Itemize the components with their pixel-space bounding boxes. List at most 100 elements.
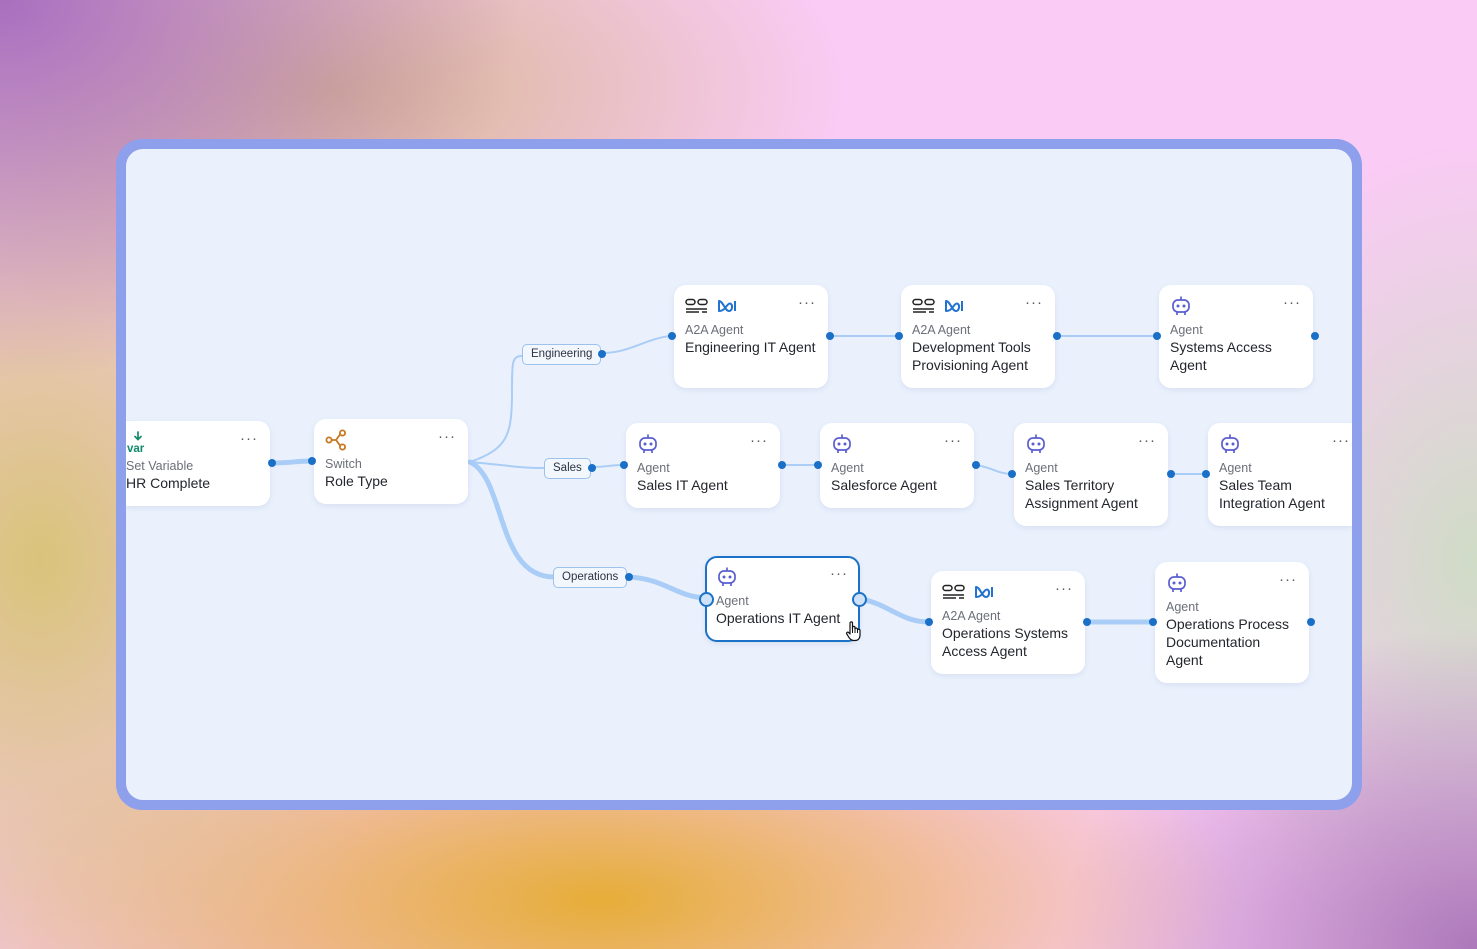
port-ops-systems-in[interactable] bbox=[925, 618, 933, 626]
port-dev-tools-out[interactable] bbox=[1053, 332, 1061, 340]
azure-ai-foundry-icon bbox=[974, 584, 994, 605]
port-sales-it-out[interactable] bbox=[778, 461, 786, 469]
node-systems-access-agent[interactable]: Agent Systems Access Agent ··· bbox=[1159, 285, 1313, 388]
robot-icon bbox=[1219, 433, 1241, 460]
node-menu-button[interactable]: ··· bbox=[798, 294, 816, 311]
node-type: Agent bbox=[716, 594, 749, 608]
edge-roletype-operations bbox=[467, 459, 557, 580]
hand-pointer-cursor-icon bbox=[845, 620, 863, 647]
node-menu-button[interactable]: ··· bbox=[1055, 580, 1073, 597]
node-engineering-it-agent[interactable]: A2A Agent Engineering IT Agent ··· bbox=[674, 285, 828, 388]
node-type: Agent bbox=[637, 461, 670, 475]
node-type: Agent bbox=[1025, 461, 1058, 475]
port-role-type-in[interactable] bbox=[308, 457, 316, 465]
edge-engineering-engit bbox=[601, 335, 672, 354]
node-label: Engineering IT Agent bbox=[685, 339, 816, 355]
node-label: Operations IT Agent bbox=[716, 610, 841, 626]
node-menu-button[interactable]: ··· bbox=[240, 430, 258, 447]
azure-ai-foundry-icon bbox=[944, 298, 964, 319]
node-type: Set Variable bbox=[126, 459, 194, 473]
node-label: Sales Territory Assignment Agent bbox=[1025, 477, 1138, 511]
port-sales-team-in[interactable] bbox=[1202, 470, 1210, 478]
port-systems-access-in[interactable] bbox=[1153, 332, 1161, 340]
robot-icon bbox=[716, 566, 738, 593]
port-territory-in[interactable] bbox=[1008, 470, 1016, 478]
node-label: Salesforce Agent bbox=[831, 477, 937, 493]
node-salesforce-agent[interactable]: Agent Salesforce Agent ··· bbox=[820, 423, 974, 508]
node-label: HR Complete bbox=[126, 475, 211, 491]
edge-operations-opsit bbox=[626, 574, 709, 601]
svg-text:var: var bbox=[127, 443, 145, 453]
port-operations-out[interactable] bbox=[625, 573, 633, 581]
node-label: Operations Process Documentation Agent bbox=[1166, 616, 1289, 668]
port-dev-tools-in[interactable] bbox=[895, 332, 903, 340]
port-ops-process-in[interactable] bbox=[1149, 618, 1157, 626]
port-eng-it-out[interactable] bbox=[826, 332, 834, 340]
port-sales-out[interactable] bbox=[588, 464, 596, 472]
node-hr-complete[interactable]: var Set Variable HR Complete ··· bbox=[126, 421, 270, 506]
node-menu-button[interactable]: ··· bbox=[830, 565, 848, 582]
azure-ai-foundry-icon bbox=[717, 298, 737, 319]
edge-opsit-opssystems bbox=[855, 595, 932, 625]
a2a-protocol-icon bbox=[942, 584, 966, 605]
node-type: A2A Agent bbox=[912, 323, 971, 337]
port-sales-it-in[interactable] bbox=[620, 461, 628, 469]
branch-label-engineering[interactable]: Engineering bbox=[522, 344, 602, 365]
node-operations-systems-agent[interactable]: A2A Agent Operations Systems Access Agen… bbox=[931, 571, 1085, 674]
node-menu-button[interactable]: ··· bbox=[944, 432, 962, 449]
node-sales-team-agent[interactable]: Agent Sales Team Integration Agent ··· bbox=[1208, 423, 1352, 526]
robot-icon bbox=[1166, 572, 1188, 599]
workflow-window-frame: Engineering Sales Operations var Set Var… bbox=[116, 139, 1362, 810]
robot-icon bbox=[831, 433, 853, 460]
port-ops-it-in[interactable] bbox=[699, 592, 714, 607]
node-sales-territory-agent[interactable]: Agent Sales Territory Assignment Agent ·… bbox=[1014, 423, 1168, 526]
node-operations-process-agent[interactable]: Agent Operations Process Documentation A… bbox=[1155, 562, 1309, 683]
node-type: Agent bbox=[1166, 600, 1199, 614]
node-label: Systems Access Agent bbox=[1170, 339, 1272, 373]
a2a-protocol-icon bbox=[912, 298, 936, 319]
edge-roletype-engineering bbox=[469, 355, 523, 463]
node-type: Agent bbox=[1170, 323, 1203, 337]
branch-label-operations[interactable]: Operations bbox=[553, 567, 628, 588]
a2a-protocol-icon bbox=[685, 298, 709, 319]
node-label: Sales Team Integration Agent bbox=[1219, 477, 1325, 511]
node-menu-button[interactable]: ··· bbox=[1332, 432, 1350, 449]
port-eng-it-in[interactable] bbox=[668, 332, 676, 340]
var-download-icon: var bbox=[126, 430, 150, 458]
robot-icon bbox=[1025, 433, 1047, 460]
node-menu-button[interactable]: ··· bbox=[1283, 294, 1301, 311]
robot-icon bbox=[637, 433, 659, 460]
edge-sales-salesit bbox=[591, 464, 624, 468]
node-label: Sales IT Agent bbox=[637, 477, 728, 493]
port-ops-process-out[interactable] bbox=[1307, 618, 1315, 626]
port-engineering-out[interactable] bbox=[598, 350, 606, 358]
robot-icon bbox=[1170, 295, 1192, 322]
node-label: Role Type bbox=[325, 473, 388, 489]
edge-roletype-sales bbox=[469, 461, 545, 469]
workflow-canvas[interactable]: Engineering Sales Operations var Set Var… bbox=[126, 149, 1352, 800]
node-menu-button[interactable]: ··· bbox=[1138, 432, 1156, 449]
edge-hrcomplete-roletype bbox=[269, 458, 315, 466]
node-type: Agent bbox=[831, 461, 864, 475]
node-menu-button[interactable]: ··· bbox=[1279, 571, 1297, 588]
node-operations-it-agent[interactable]: Agent Operations IT Agent ··· bbox=[705, 556, 860, 642]
node-label: Operations Systems Access Agent bbox=[942, 625, 1069, 659]
port-ops-systems-out[interactable] bbox=[1083, 618, 1091, 626]
edge-salesforce-territory bbox=[975, 464, 1013, 475]
node-role-type[interactable]: Switch Role Type ··· bbox=[314, 419, 468, 504]
node-sales-it-agent[interactable]: Agent Sales IT Agent ··· bbox=[626, 423, 780, 508]
node-menu-button[interactable]: ··· bbox=[438, 428, 456, 445]
port-salesforce-in[interactable] bbox=[814, 461, 822, 469]
node-type: A2A Agent bbox=[942, 609, 1001, 623]
node-label: Development Tools Provisioning Agent bbox=[912, 339, 1031, 373]
node-menu-button[interactable]: ··· bbox=[750, 432, 768, 449]
branch-label-sales[interactable]: Sales bbox=[544, 458, 591, 479]
port-salesforce-out[interactable] bbox=[972, 461, 980, 469]
port-systems-access-out[interactable] bbox=[1311, 332, 1319, 340]
node-development-tools-agent[interactable]: A2A Agent Development Tools Provisioning… bbox=[901, 285, 1055, 388]
port-territory-out[interactable] bbox=[1167, 470, 1175, 478]
node-type: A2A Agent bbox=[685, 323, 744, 337]
port-ops-it-out[interactable] bbox=[852, 592, 867, 607]
port-hr-complete-out[interactable] bbox=[268, 459, 276, 467]
node-menu-button[interactable]: ··· bbox=[1025, 294, 1043, 311]
